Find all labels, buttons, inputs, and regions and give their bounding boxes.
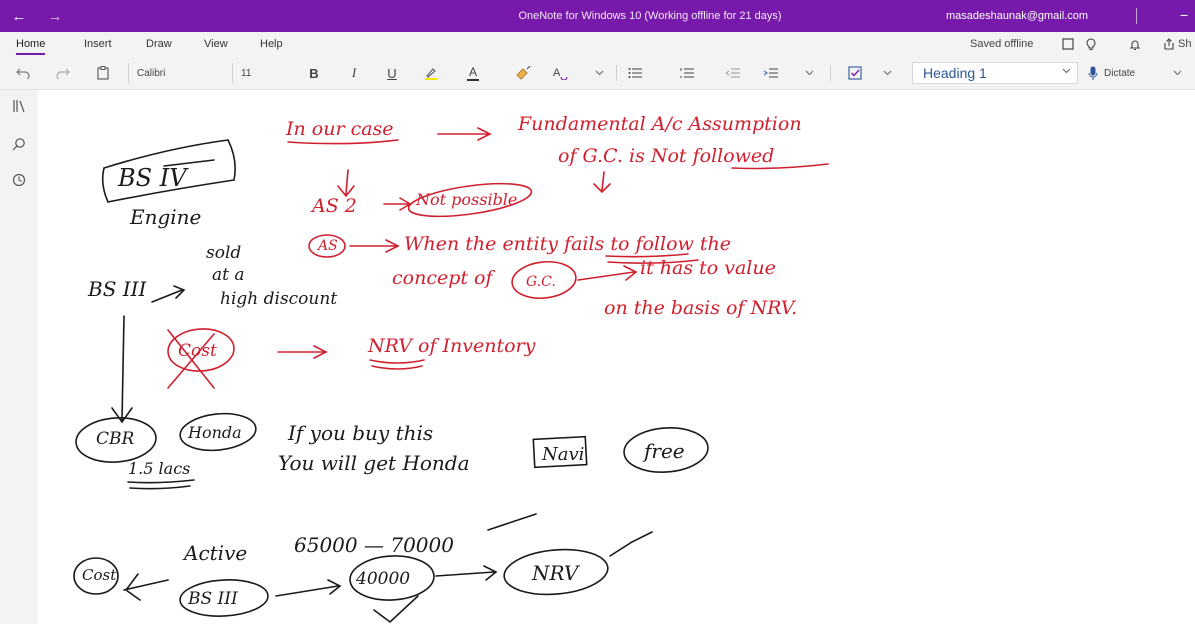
note-cbr: CBR xyxy=(96,429,135,449)
undo-icon[interactable] xyxy=(14,63,32,83)
italic-button[interactable]: I xyxy=(346,63,362,83)
increase-indent-icon[interactable] xyxy=(762,63,780,83)
note-discount: high discount xyxy=(220,289,337,309)
note-bs3b: BS III xyxy=(187,589,238,609)
redo-icon[interactable] xyxy=(54,63,72,83)
notebooks-icon[interactable] xyxy=(11,98,27,114)
window-title: OneNote for Windows 10 (Working offline … xyxy=(518,10,782,22)
share-button[interactable]: Sh xyxy=(1163,36,1195,52)
tab-draw[interactable]: Draw xyxy=(146,38,172,50)
style-select[interactable]: Heading 1 xyxy=(912,62,1078,84)
note-offer-1: If you buy this xyxy=(287,421,433,445)
note-nrv: NRV xyxy=(531,561,581,585)
note-red-3a: AS 2 xyxy=(310,195,357,217)
tab-insert[interactable]: Insert xyxy=(84,38,112,50)
note-offer-2: You will get Honda xyxy=(278,451,470,475)
bold-button[interactable]: B xyxy=(306,63,322,83)
note-red-6: on the basis of NRV. xyxy=(604,297,797,319)
share-label: Sh xyxy=(1178,38,1192,50)
bullet-list-icon[interactable] xyxy=(626,63,644,83)
notebook-view-icon[interactable] xyxy=(1060,36,1076,52)
format-painter-icon[interactable] xyxy=(514,63,532,83)
note-range: 65000 — 70000 xyxy=(294,533,454,557)
note-cost: Cost xyxy=(82,566,117,584)
note-honda: Honda xyxy=(187,423,242,442)
note-red-5b: G.C. xyxy=(526,274,556,290)
tab-home[interactable]: Home xyxy=(16,38,46,55)
font-color-letter: A xyxy=(468,64,477,79)
note-value: 40000 xyxy=(355,569,410,589)
ink-drawing: In our case Fundamental A/c Assumption o… xyxy=(73,113,829,624)
note-lacs: 1.5 lacs xyxy=(128,459,190,478)
note-bs4: BS IV xyxy=(117,164,189,192)
search-icon[interactable] xyxy=(11,136,27,152)
note-red-7b: NRV of Inventory xyxy=(367,335,536,357)
clipboard-icon[interactable] xyxy=(94,63,112,83)
chevron-down-icon[interactable] xyxy=(880,63,894,83)
page-canvas[interactable]: In our case Fundamental A/c Assumption o… xyxy=(38,90,1195,624)
toolbar-divider xyxy=(616,65,617,81)
note-active: Active xyxy=(182,541,247,565)
font-name-select[interactable]: Calibri xyxy=(128,63,228,83)
dictate-label: Dictate xyxy=(1104,67,1136,79)
tab-help[interactable]: Help xyxy=(260,38,283,50)
tab-view[interactable]: View xyxy=(204,38,228,50)
bell-icon[interactable] xyxy=(1127,36,1143,52)
note-red-4b: When the entity fails to follow the xyxy=(404,233,731,255)
font-size-select[interactable]: 11 xyxy=(232,63,292,83)
note-red-1b: Fundamental A/c Assumption xyxy=(517,113,802,135)
note-red-1: In our case xyxy=(285,118,394,140)
note-engine: Engine xyxy=(129,205,201,229)
note-ata: at a xyxy=(212,265,245,285)
chevron-down-icon xyxy=(1062,66,1071,77)
note-red-5c: it has to value xyxy=(640,257,776,279)
dictate-button[interactable]: Dictate xyxy=(1088,63,1158,83)
account-email[interactable]: masadeshaunak@gmail.com xyxy=(946,10,1088,22)
back-icon[interactable]: ← xyxy=(8,0,30,32)
title-bar: ← → OneNote for Windows 10 (Working offl… xyxy=(0,0,1195,32)
decrease-indent-icon[interactable] xyxy=(724,63,742,83)
highlighter-icon[interactable] xyxy=(422,63,440,83)
font-color-button[interactable]: A xyxy=(464,63,482,83)
svg-text:A: A xyxy=(553,67,561,79)
toolbar-divider xyxy=(830,65,831,81)
note-bs3: BS III xyxy=(87,277,148,301)
note-free: free xyxy=(642,439,685,463)
note-red-4a: AS xyxy=(316,238,338,254)
chevron-down-icon[interactable] xyxy=(592,63,606,83)
left-navigation-rail xyxy=(0,90,38,624)
chevron-down-icon[interactable] xyxy=(802,63,816,83)
font-color-swatch xyxy=(467,78,479,81)
minimize-icon[interactable]: − xyxy=(1180,7,1188,23)
menu-bar: Home Insert Draw View Help Saved offline… xyxy=(0,32,1195,56)
forward-icon[interactable]: → xyxy=(44,0,66,32)
clear-formatting-icon[interactable]: A xyxy=(550,63,570,83)
style-select-value: Heading 1 xyxy=(923,65,987,81)
microphone-icon xyxy=(1088,66,1098,80)
chevron-down-icon[interactable] xyxy=(1170,63,1184,83)
note-red-5a: concept of xyxy=(392,267,495,289)
note-red-3b: Not possible xyxy=(415,190,517,209)
note-red-2: of G.C. is Not followed xyxy=(558,145,774,167)
lightbulb-icon[interactable] xyxy=(1083,36,1099,52)
note-navi: Navi xyxy=(541,444,584,465)
recent-notes-icon[interactable] xyxy=(11,172,27,188)
titlebar-divider xyxy=(1136,8,1137,24)
underline-button[interactable]: U xyxy=(384,63,400,83)
numbered-list-icon[interactable] xyxy=(678,63,696,83)
saved-status: Saved offline xyxy=(970,38,1034,50)
todo-tag-icon[interactable] xyxy=(846,63,864,83)
ribbon-toolbar: Calibri 11 B I U A A Heading 1 Dictate xyxy=(0,56,1195,90)
note-sold: sold xyxy=(206,243,241,263)
